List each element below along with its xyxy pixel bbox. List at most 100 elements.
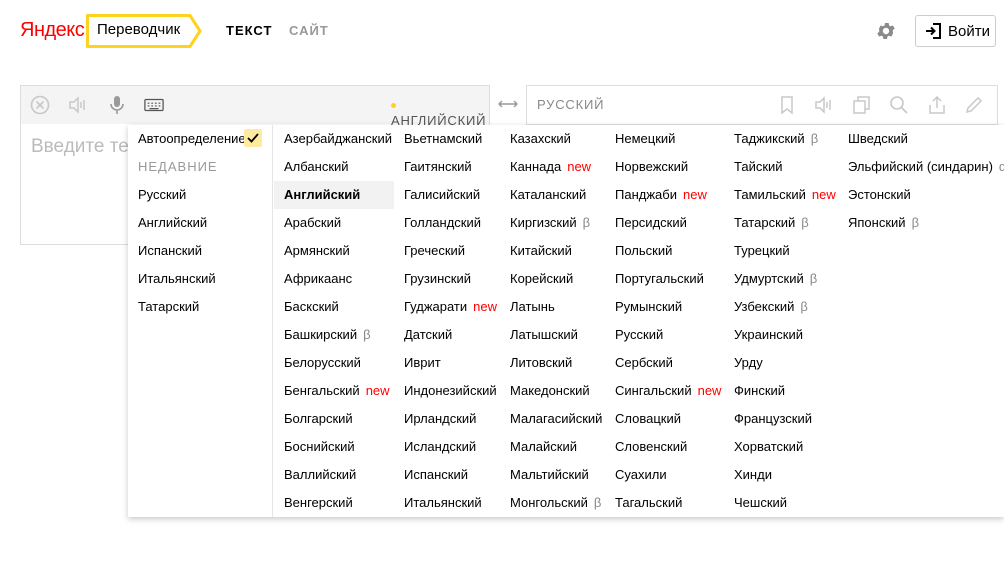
language-option[interactable]: Корейский — [500, 265, 573, 293]
share-icon[interactable] — [927, 95, 947, 115]
language-option[interactable]: Датский — [394, 321, 452, 349]
language-option[interactable]: Малагасийский — [500, 405, 602, 433]
recent-item[interactable]: Испанский — [138, 243, 202, 258]
language-option[interactable]: Китайский — [500, 237, 572, 265]
language-option[interactable]: Киргизский β — [500, 209, 590, 237]
language-option[interactable]: Иврит — [394, 349, 441, 377]
language-option[interactable]: Белорусский — [274, 349, 361, 377]
gear-icon[interactable] — [875, 20, 897, 42]
language-option[interactable]: Суахили — [605, 461, 667, 489]
language-option[interactable]: Литовский — [500, 349, 572, 377]
language-option[interactable]: Сингальский new — [605, 377, 721, 405]
language-option[interactable]: Армянский — [274, 237, 350, 265]
copy-icon[interactable] — [852, 95, 872, 115]
auto-detect-option[interactable]: Автоопределение — [138, 131, 246, 146]
language-option[interactable]: Хорватский — [724, 433, 803, 461]
language-option[interactable]: Латышский — [500, 321, 578, 349]
language-option[interactable]: Баскский — [274, 293, 339, 321]
yandex-logo[interactable]: Яндекс — [20, 19, 85, 42]
bookmark-icon[interactable] — [777, 95, 797, 115]
language-option[interactable]: Панджаби new — [605, 181, 707, 209]
language-option[interactable]: Финский — [724, 377, 785, 405]
language-option[interactable]: Вьетнамский — [394, 125, 482, 153]
language-option[interactable]: Индонезийский — [394, 377, 497, 405]
language-option[interactable]: Чешский — [724, 489, 787, 517]
language-option[interactable]: Бенгальский new — [274, 377, 390, 405]
language-option[interactable]: Гаитянский — [394, 153, 472, 181]
language-option[interactable]: Галисийский — [394, 181, 480, 209]
language-option[interactable]: Македонский — [500, 377, 590, 405]
language-option[interactable]: Албанский — [274, 153, 349, 181]
language-option[interactable]: Тайский — [724, 153, 783, 181]
language-option[interactable]: Словацкий — [605, 405, 681, 433]
language-option[interactable]: Португальский — [605, 265, 704, 293]
language-option[interactable]: Азербайджанский — [274, 125, 392, 153]
tab-text[interactable]: ТЕКСТ — [226, 23, 272, 38]
language-option[interactable]: Английский — [274, 181, 394, 209]
language-option[interactable]: Французский — [724, 405, 812, 433]
language-option[interactable]: Норвежский — [605, 153, 688, 181]
service-name-badge[interactable]: Переводчик — [86, 14, 202, 48]
source-text-input[interactable]: Введите те — [31, 136, 131, 158]
tab-site[interactable]: САЙТ — [289, 23, 329, 38]
recent-item[interactable]: Татарский — [138, 299, 199, 314]
speaker-icon[interactable] — [814, 95, 834, 115]
language-option[interactable]: Каталанский — [500, 181, 586, 209]
recent-item[interactable]: Итальянский — [138, 271, 216, 286]
language-option[interactable]: Башкирский β — [274, 321, 371, 349]
language-option[interactable]: Румынский — [605, 293, 682, 321]
language-option[interactable]: Русский — [605, 321, 663, 349]
language-option[interactable]: Таджикский β — [724, 125, 818, 153]
target-language-selector[interactable]: РУССКИЙ — [537, 97, 604, 112]
language-option[interactable]: Эстонский — [838, 181, 911, 209]
language-option[interactable]: Малайский — [500, 433, 577, 461]
language-option[interactable]: Итальянский — [394, 489, 482, 517]
language-option[interactable]: Японский β — [838, 209, 919, 237]
language-option[interactable]: Латынь — [500, 293, 555, 321]
language-option[interactable]: Татарский β — [724, 209, 809, 237]
language-option[interactable]: Исландский — [394, 433, 476, 461]
language-option[interactable]: Боснийский — [274, 433, 355, 461]
language-option[interactable]: Эльфийский (синдарин) α — [838, 153, 1004, 181]
language-option[interactable]: Каннада new — [500, 153, 591, 181]
language-option[interactable]: Казахский — [500, 125, 571, 153]
language-option[interactable]: Арабский — [274, 209, 341, 237]
login-button[interactable]: Войти — [915, 15, 996, 47]
language-option[interactable]: Сербский — [605, 349, 673, 377]
search-icon[interactable] — [889, 95, 909, 115]
language-option[interactable]: Узбекский β — [724, 293, 808, 321]
language-option[interactable]: Греческий — [394, 237, 465, 265]
auto-detect-checkbox[interactable] — [244, 129, 262, 147]
language-option[interactable]: Украинский — [724, 321, 803, 349]
language-option[interactable]: Польский — [605, 237, 672, 265]
language-option[interactable]: Немецкий — [605, 125, 675, 153]
language-option[interactable]: Венгерский — [274, 489, 353, 517]
speaker-icon[interactable] — [68, 95, 88, 115]
language-option[interactable]: Мальтийский — [500, 461, 589, 489]
language-option[interactable]: Персидский — [605, 209, 687, 237]
edit-icon[interactable] — [964, 95, 984, 115]
recent-item[interactable]: Английский — [138, 215, 207, 230]
language-option[interactable]: Тагальский — [605, 489, 682, 517]
microphone-icon[interactable] — [107, 95, 127, 115]
language-option[interactable]: Болгарский — [274, 405, 353, 433]
language-option[interactable]: Урду — [724, 349, 763, 377]
language-option[interactable]: Ирландский — [394, 405, 476, 433]
swap-languages-icon[interactable] — [497, 97, 519, 111]
language-option[interactable]: Удмуртский β — [724, 265, 817, 293]
language-option[interactable]: Валлийский — [274, 461, 356, 489]
language-option[interactable]: Тамильский new — [724, 181, 836, 209]
recent-item[interactable]: Русский — [138, 187, 186, 202]
language-option[interactable]: Гуджарати new — [394, 293, 497, 321]
language-option[interactable]: Турецкий — [724, 237, 790, 265]
clear-icon[interactable] — [30, 95, 50, 115]
language-option[interactable]: Монгольский β — [500, 489, 601, 517]
language-option[interactable]: Шведский — [838, 125, 908, 153]
language-option[interactable]: Испанский — [394, 461, 468, 489]
language-option[interactable]: Словенский — [605, 433, 687, 461]
language-option[interactable]: Африкаанс — [274, 265, 352, 293]
keyboard-icon[interactable] — [144, 95, 164, 115]
source-language-selector[interactable]: АНГЛИЙСКИЙ — [391, 98, 489, 128]
language-option[interactable]: Голландский — [394, 209, 481, 237]
language-option[interactable]: Грузинский — [394, 265, 471, 293]
